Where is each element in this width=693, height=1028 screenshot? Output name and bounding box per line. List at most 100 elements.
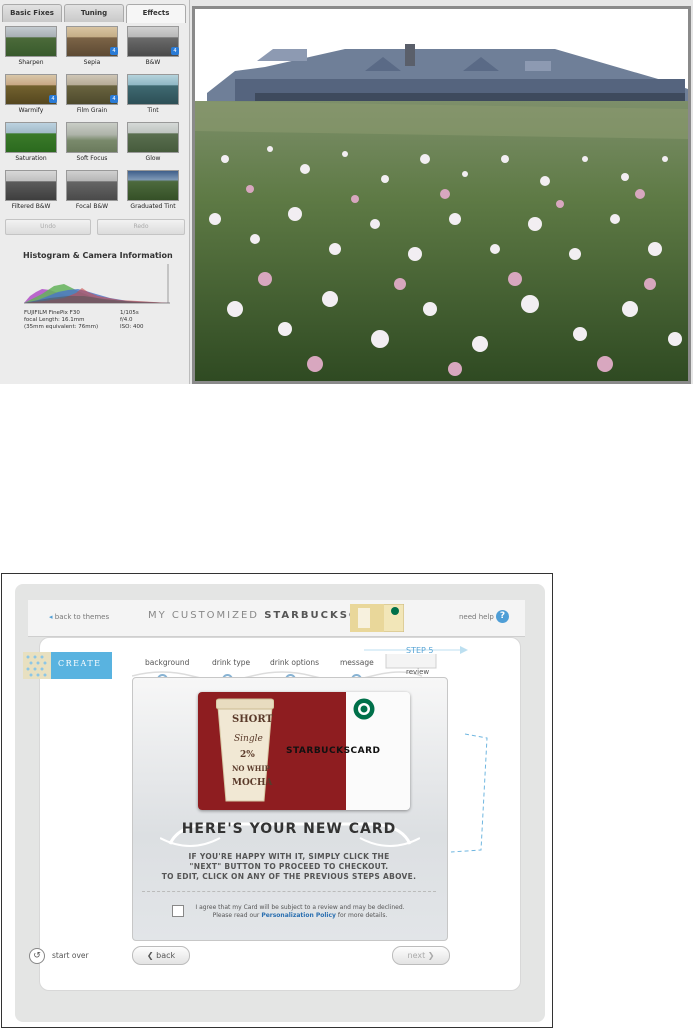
- personalization-policy-link[interactable]: Personalization Policy: [261, 912, 336, 919]
- camera-focal-equivalent: (35mm equivalent: 76mm): [24, 324, 99, 330]
- effect-name: Soft Focus: [76, 155, 108, 162]
- instruction-text: IF YOU'RE HAPPY WITH IT, SIMPLY CLICK TH…: [132, 852, 446, 882]
- agree-prefix: Please read our: [212, 912, 260, 919]
- camera-iso: ISO: 400: [120, 324, 144, 330]
- effect-thumbnail: [66, 170, 118, 201]
- agree-text: I agree that my Card will be subject to …: [190, 904, 410, 920]
- step5-label: STEP 5: [406, 646, 434, 655]
- step-review[interactable]: review: [406, 668, 429, 676]
- tab-label: Effects: [142, 9, 170, 17]
- effect-badge: 4: [171, 47, 179, 55]
- next-button[interactable]: next ❯: [392, 946, 450, 965]
- effect-badge: 4: [110, 95, 118, 103]
- effect-thumbnail: [127, 74, 179, 105]
- cup-line-drink: MOCHA: [232, 778, 273, 788]
- agree-suffix: for more details.: [337, 912, 388, 919]
- instruction-line: TO EDIT, CLICK ON ANY OF THE PREVIOUS ST…: [161, 872, 417, 881]
- effect-name: Graduated Tint: [130, 203, 176, 210]
- effect-bw[interactable]: 4 B&W: [125, 24, 181, 68]
- chevron-left-icon: ❮: [146, 951, 157, 960]
- effect-focal-bw[interactable]: Focal B&W: [64, 168, 120, 212]
- photo-editor: Basic Fixes Tuning Effects Sharpen 4 Sep…: [0, 0, 693, 384]
- instruction-line: "NEXT" BUTTON TO PROCEED TO CHECKOUT.: [189, 862, 389, 871]
- effect-name: Warmify: [18, 107, 44, 114]
- back-button[interactable]: ❮ back: [132, 946, 190, 965]
- effects-grid: Sharpen 4 Sepia 4 B&W 4 Warmify 4 Film G…: [3, 24, 185, 214]
- effect-sepia[interactable]: 4 Sepia: [64, 24, 120, 68]
- effect-thumbnail: [5, 122, 57, 153]
- effect-badge: 4: [49, 95, 57, 103]
- card-brand-text: STARBUCKSCARD: [286, 746, 381, 756]
- start-over-link[interactable]: start over: [52, 951, 89, 960]
- tab-bar: Basic Fixes Tuning Effects: [2, 4, 186, 23]
- effect-name: Tint: [147, 107, 159, 114]
- camera-shutter: 1/105s: [120, 310, 139, 316]
- effect-thumbnail: [5, 170, 57, 201]
- effect-tint[interactable]: Tint: [125, 72, 181, 116]
- effect-filtered-bw[interactable]: Filtered B&W: [3, 168, 59, 212]
- edited-photo: [195, 9, 688, 381]
- starbucks-card-builder: ◂ back to themes MY CUSTOMIZED STARBUCKS…: [1, 573, 553, 1028]
- step-drink-type[interactable]: drink type: [212, 658, 250, 667]
- effect-name: Saturation: [15, 155, 47, 162]
- back-label: back: [156, 951, 176, 960]
- help-icon[interactable]: ?: [496, 610, 509, 623]
- effect-name: Sepia: [83, 59, 101, 66]
- effect-name: Sharpen: [18, 59, 44, 66]
- effect-badge: 4: [110, 47, 118, 55]
- effect-thumbnail: [127, 122, 179, 153]
- effect-thumbnail: [127, 170, 179, 201]
- divider: [142, 891, 436, 892]
- effect-glow[interactable]: Glow: [125, 120, 181, 164]
- create-label: CREATE: [58, 659, 102, 668]
- step-background[interactable]: background: [145, 658, 189, 667]
- step-drink-options[interactable]: drink options: [270, 658, 319, 667]
- redo-button[interactable]: Redo: [97, 219, 185, 235]
- effect-name: Filtered B&W: [11, 203, 51, 210]
- agree-checkbox[interactable]: [172, 905, 184, 917]
- effect-thumbnail: [66, 122, 118, 153]
- effect-graduated-tint[interactable]: Graduated Tint: [125, 168, 181, 212]
- effect-name: Film Grain: [76, 107, 108, 114]
- effect-film-grain[interactable]: 4 Film Grain: [64, 72, 120, 116]
- histogram-title: Histogram & Camera Information: [23, 251, 173, 260]
- effect-name: B&W: [145, 59, 161, 66]
- starbucks-logo-icon: [353, 698, 375, 720]
- agree-line: I agree that my Card will be subject to …: [195, 904, 405, 911]
- camera-focal-length: focal Length: 16.1mm: [24, 317, 85, 323]
- camera-aperture: f/4.0: [120, 317, 133, 323]
- tab-effects[interactable]: Effects: [126, 4, 186, 23]
- undo-button[interactable]: Undo: [5, 219, 91, 235]
- need-help-link[interactable]: need help: [459, 613, 494, 621]
- cup-line-milk: 2%: [240, 750, 255, 760]
- cup-line-size: SHORT: [232, 714, 273, 725]
- dashed-outline: [450, 733, 488, 853]
- card-thumbnail: [350, 604, 404, 632]
- tab-tuning[interactable]: Tuning: [64, 4, 124, 22]
- refresh-icon[interactable]: ↺: [29, 948, 45, 964]
- effect-warmify[interactable]: 4 Warmify: [3, 72, 59, 116]
- effect-sharpen[interactable]: Sharpen: [3, 24, 59, 68]
- step5-ribbon: [364, 646, 468, 669]
- effect-soft-focus[interactable]: Soft Focus: [64, 120, 120, 164]
- effect-saturation[interactable]: Saturation: [3, 120, 59, 164]
- cup-line-shots: Single: [234, 734, 263, 744]
- camera-model: FUJIFILM FinePix F30: [24, 310, 80, 316]
- effect-name: Glow: [145, 155, 161, 162]
- instruction-line: IF YOU'RE HAPPY WITH IT, SIMPLY CLICK TH…: [188, 852, 390, 861]
- effect-thumbnail: [5, 26, 57, 57]
- next-label: next: [407, 951, 426, 960]
- chevron-right-icon: ❯: [425, 951, 435, 960]
- photo-canvas[interactable]: [192, 6, 691, 384]
- tab-label: Tuning: [80, 9, 108, 17]
- agree-line: Please read our Personalization Policy f…: [190, 912, 410, 920]
- tab-label: Basic Fixes: [10, 9, 54, 17]
- cup-line-whip: NO WHIP: [232, 764, 270, 773]
- effect-name: Focal B&W: [75, 203, 109, 210]
- effects-panel: Basic Fixes Tuning Effects Sharpen 4 Sep…: [0, 0, 190, 384]
- back-to-themes-link[interactable]: ◂ back to themes: [49, 613, 109, 621]
- back-to-themes-label: back to themes: [54, 613, 110, 621]
- tab-basic-fixes[interactable]: Basic Fixes: [2, 4, 62, 22]
- histogram-chart: [24, 264, 170, 304]
- headline: HERE'S YOUR NEW CARD: [181, 821, 397, 837]
